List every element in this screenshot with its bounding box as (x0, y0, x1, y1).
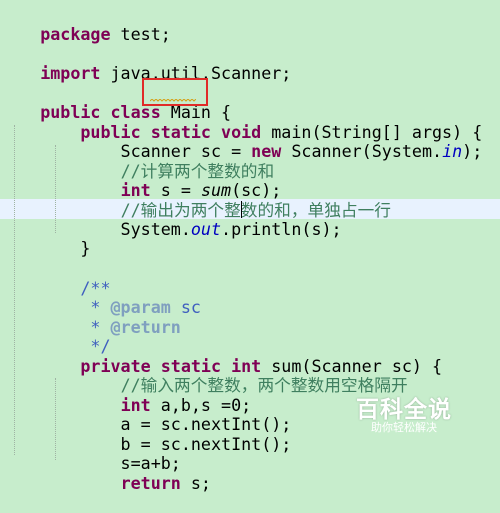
watermark-subtitle: 助你轻松解决 (371, 421, 437, 434)
code-line: //计算两个整数的和 (0, 141, 275, 181)
code-line: s=a+b; (0, 433, 181, 473)
code-line: } (0, 218, 90, 258)
code-line: a = sc.nextInt(); (0, 394, 292, 434)
code-line: package test; (0, 4, 171, 44)
keyword: import (40, 63, 101, 83)
code-text: ); (462, 141, 483, 161)
code-line: /** (0, 258, 110, 298)
code-text: .println(s); (221, 219, 342, 239)
code-text: } (40, 238, 91, 258)
code-line: * @param sc (0, 277, 201, 317)
javadoc-tag: @return (110, 317, 181, 337)
code-line: int s = sum(sc); (0, 160, 282, 200)
static-field: in (442, 141, 463, 161)
code-line: Scanner sc = new Scanner(System.in); (0, 121, 483, 161)
keyword: package (40, 24, 111, 44)
code-text: s; (180, 473, 211, 493)
static-field: out (190, 219, 222, 239)
code-line: private static int sum(Scanner sc) { (0, 336, 442, 376)
code-line: */ (0, 316, 110, 356)
code-line: //输入两个整数，两个整数用空格隔开 (0, 355, 408, 395)
code-line[interactable]: System.out.println(s); (0, 199, 342, 239)
keyword: return (120, 473, 181, 493)
watermark-logo: 百科全说 助你轻松解决 (342, 384, 466, 436)
code-line: int a,b,s =0; (0, 375, 252, 415)
code-line: * @return (0, 297, 180, 337)
code-line: //输出为两个整数的和，单独占一行 (0, 180, 391, 220)
code-line: public static void main(String[] args) { (0, 102, 482, 142)
text-caret (241, 201, 242, 218)
code-line: return s; (0, 453, 211, 493)
code-text: Scanner(System. (281, 141, 443, 161)
code-line: import java.util.Scanner; (0, 43, 291, 83)
code-line: b = sc.nextInt(); (0, 414, 292, 454)
code-editor[interactable]: package test; import java.util.Scanner; … (0, 0, 500, 493)
warning-squiggle (150, 99, 196, 102)
code-text: test; (110, 24, 171, 44)
